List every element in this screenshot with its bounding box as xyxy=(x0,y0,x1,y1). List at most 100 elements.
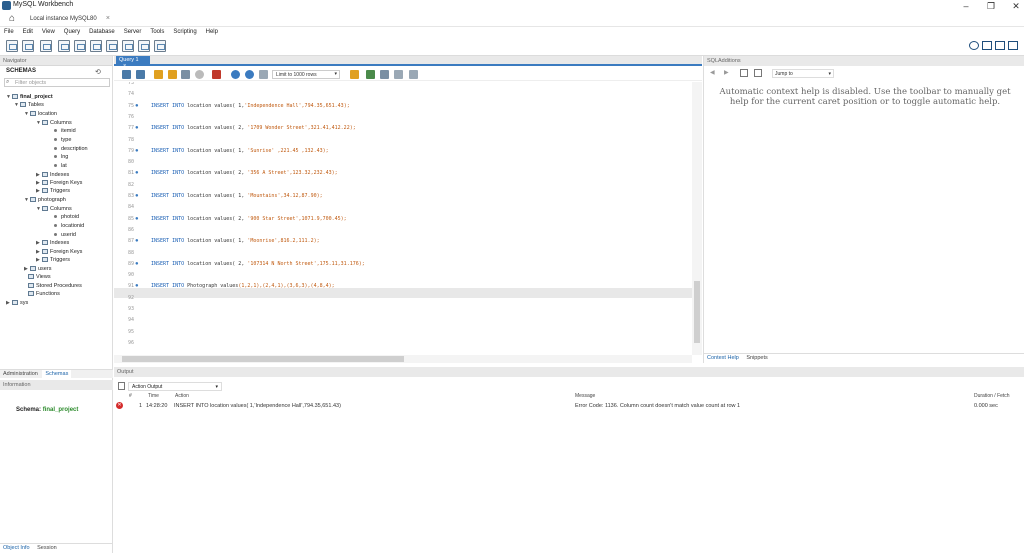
action-output-select[interactable]: Action Output ▾ xyxy=(128,382,222,391)
code-line[interactable]: 94 xyxy=(114,315,692,325)
menu-query[interactable]: Query xyxy=(64,27,80,38)
commit-icon[interactable] xyxy=(231,70,240,79)
tree-stored-procedures[interactable]: Stored Procedures xyxy=(28,283,82,290)
code-line[interactable]: 85 ● INSERT INTO location values( 2, '900 … xyxy=(114,214,692,224)
open-file-icon[interactable] xyxy=(122,70,131,79)
tree-schema-sys[interactable]: ▶ sys xyxy=(6,300,28,307)
menu-tools[interactable]: Tools xyxy=(150,27,164,38)
execute-icon[interactable] xyxy=(154,70,163,79)
tree-tables[interactable]: ▼ Tables xyxy=(14,102,44,109)
stop-icon[interactable] xyxy=(195,70,204,79)
menu-help[interactable]: Help xyxy=(206,27,218,38)
limit-rows-select[interactable]: Limit to 1000 rows ▾ xyxy=(272,70,340,79)
tree-table-photograph[interactable]: ▼ photograph xyxy=(24,197,66,204)
rollback-icon[interactable] xyxy=(245,70,254,79)
tree-indexes[interactable]: ▶ Indexes xyxy=(36,172,69,179)
code-line[interactable]: 89 ● INSERT INTO location values( 2, '1073… xyxy=(114,259,692,269)
toggle-sidebar-icon[interactable] xyxy=(982,41,993,50)
tree-column[interactable]: lng xyxy=(52,154,68,161)
tree-columns[interactable]: ▼ Columns xyxy=(36,120,72,127)
code-line[interactable]: 84 xyxy=(114,202,692,212)
tree-column[interactable]: photoid xyxy=(52,214,79,221)
code-line[interactable]: 91 ● INSERT INTO Photograph values(1,2,1),… xyxy=(114,281,692,291)
search-table-data-icon[interactable] xyxy=(138,40,150,52)
tree-column[interactable]: description xyxy=(52,146,88,153)
tree-functions[interactable]: Functions xyxy=(28,291,60,298)
new-sql-tab-icon[interactable] xyxy=(6,40,18,52)
tab-session[interactable]: Session xyxy=(34,544,60,552)
gear-icon[interactable] xyxy=(969,41,980,50)
copy-icon[interactable] xyxy=(118,382,125,390)
code-line[interactable]: 81 ● INSERT INTO location values( 2, '356 … xyxy=(114,168,692,178)
code-line[interactable]: 88 xyxy=(114,248,692,258)
tab-object-info[interactable]: Object Info xyxy=(0,544,33,552)
tab-context-help[interactable]: Context Help xyxy=(704,354,742,362)
filter-objects-input[interactable]: Filter objects xyxy=(4,78,110,87)
code-line[interactable]: 75 ● INSERT INTO location values( 1,'Indep… xyxy=(114,101,692,111)
tree-column[interactable]: lat xyxy=(52,163,67,170)
back-icon[interactable]: ◀ xyxy=(710,69,715,76)
word-wrap-icon[interactable] xyxy=(409,70,418,79)
code-line[interactable]: 82 xyxy=(114,180,692,190)
tab-administration[interactable]: Administration xyxy=(0,370,41,378)
autocommit-icon[interactable] xyxy=(259,70,268,79)
code-line[interactable]: 83 ● INSERT INTO location values( 1, 'Moun… xyxy=(114,191,692,201)
create-view-icon[interactable] xyxy=(90,40,102,52)
open-sql-script-icon[interactable] xyxy=(22,40,34,52)
forward-icon[interactable]: ▶ xyxy=(724,69,729,76)
code-line[interactable]: 76 xyxy=(114,112,692,122)
search-icon[interactable] xyxy=(380,70,389,79)
tree-table-users[interactable]: ▶ users xyxy=(24,266,51,273)
tree-column[interactable]: userid xyxy=(52,232,76,239)
tree-foreign-keys[interactable]: ▶ Foreign Keys xyxy=(36,249,82,256)
tree-triggers[interactable]: ▶ Triggers xyxy=(36,257,70,264)
maximize-button[interactable]: ❐ xyxy=(977,0,1005,12)
minimize-button[interactable]: – xyxy=(952,0,980,12)
query-tab[interactable]: Query 1 × xyxy=(116,56,150,69)
refresh-icon[interactable]: ⟲ xyxy=(95,68,101,76)
invisible-chars-icon[interactable] xyxy=(394,70,403,79)
reconnect-icon[interactable] xyxy=(154,40,166,52)
sql-editor[interactable]: 73 74 75 ● INSERT INTO location values( 1,'I… xyxy=(114,82,702,355)
code-line[interactable]: 87 ● INSERT INTO location values( 1, 'Moon… xyxy=(114,236,692,246)
code-line[interactable]: 74 xyxy=(114,89,692,99)
tree-schema-final-project[interactable]: ▼ final_project xyxy=(6,94,53,101)
beautify-icon[interactable] xyxy=(350,70,359,79)
table-cell-message[interactable]: Error Code: 1136. Column count doesn't m… xyxy=(575,403,740,409)
tree-column[interactable]: itemid xyxy=(52,128,76,135)
menu-database[interactable]: Database xyxy=(89,27,115,38)
menu-server[interactable]: Server xyxy=(124,27,142,38)
create-function-icon[interactable] xyxy=(122,40,134,52)
connection-tab[interactable]: Local instance MySQL80 × xyxy=(24,13,114,26)
code-line[interactable]: 78 xyxy=(114,135,692,145)
code-line[interactable]: 95 xyxy=(114,327,692,337)
code-line[interactable]: 90 xyxy=(114,270,692,280)
close-button[interactable]: ✕ xyxy=(1002,0,1024,12)
tree-table-location[interactable]: ▼ location xyxy=(24,111,57,118)
code-line[interactable]: 93 xyxy=(114,304,692,314)
tree-indexes[interactable]: ▶ Indexes xyxy=(36,240,69,247)
menu-file[interactable]: File xyxy=(4,27,14,38)
find-icon[interactable] xyxy=(366,70,375,79)
explain-icon[interactable] xyxy=(181,70,190,79)
save-icon[interactable] xyxy=(136,70,145,79)
code-line[interactable]: 77 ● INSERT INTO location values( 2, '1709… xyxy=(114,123,692,133)
code-line[interactable]: 79 ● INSERT INTO location values( 1, 'Sunr… xyxy=(114,146,692,156)
tree-views[interactable]: Views xyxy=(28,274,51,281)
code-line[interactable]: 96 xyxy=(114,338,692,348)
code-line[interactable]: 92 xyxy=(114,293,692,303)
code-line[interactable]: 86 xyxy=(114,225,692,235)
horizontal-scroll-thumb[interactable] xyxy=(122,356,404,362)
tab-schemas[interactable]: Schemas xyxy=(42,370,72,378)
toggle-secondary-sidebar-icon[interactable] xyxy=(1008,41,1018,50)
jump-to-select[interactable]: Jump to ▾ xyxy=(772,69,834,78)
inspector-icon[interactable] xyxy=(40,40,52,52)
tree-triggers[interactable]: ▶ Triggers xyxy=(36,188,70,195)
tree-column[interactable]: locationid xyxy=(52,223,84,230)
menu-edit[interactable]: Edit xyxy=(23,27,33,38)
menu-view[interactable]: View xyxy=(42,27,55,38)
tree-column[interactable]: type xyxy=(52,137,71,144)
toggle-error-icon[interactable] xyxy=(212,70,221,79)
manual-help-icon[interactable] xyxy=(754,69,762,77)
vertical-scroll-thumb[interactable] xyxy=(694,281,700,343)
